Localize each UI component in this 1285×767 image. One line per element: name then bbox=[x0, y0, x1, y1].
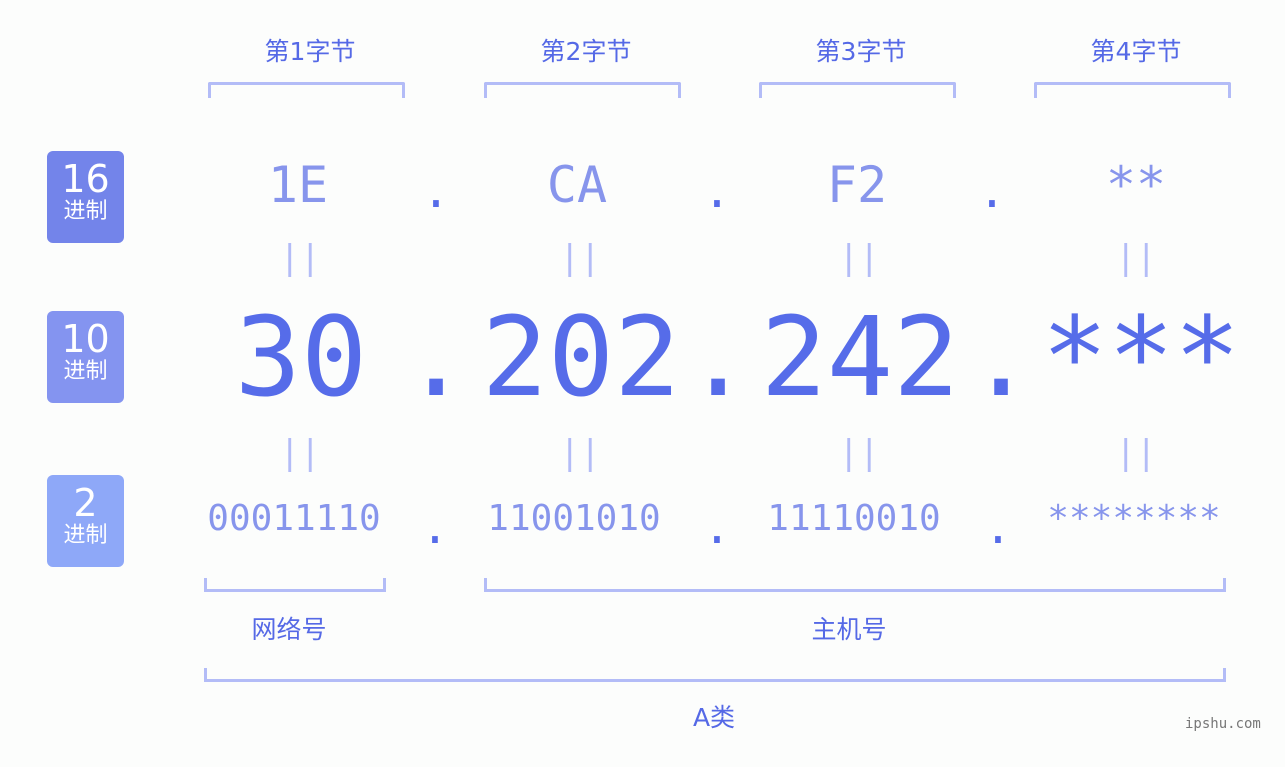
hex-byte-1: 1E bbox=[267, 156, 329, 214]
host-bracket bbox=[484, 578, 1226, 592]
byte-bracket-4 bbox=[1034, 82, 1231, 98]
host-label: 主机号 bbox=[811, 615, 887, 644]
badge-hex-number: 16 bbox=[61, 157, 110, 201]
decimal-separator-1: . bbox=[403, 293, 470, 421]
badge-hex: 16 进制 bbox=[47, 151, 124, 243]
decimal-byte-3: 242 bbox=[760, 293, 960, 421]
byte-bracket-3 bbox=[759, 82, 956, 98]
watermark: ipshu.com bbox=[1185, 716, 1261, 732]
binary-byte-4: ******** bbox=[1047, 498, 1221, 539]
hex-byte-3: F2 bbox=[826, 156, 888, 214]
byte-label-2: 第2字节 bbox=[540, 37, 632, 66]
badge-binary-unit: 进制 bbox=[63, 523, 108, 548]
equals-dec-bin-4: || bbox=[1115, 433, 1157, 473]
decimal-byte-2: 202 bbox=[481, 293, 681, 421]
hex-separator-2: . bbox=[703, 164, 731, 218]
byte-bracket-2 bbox=[484, 82, 681, 98]
equals-hex-dec-1: || bbox=[279, 238, 321, 278]
network-label: 网络号 bbox=[251, 615, 327, 644]
decimal-byte-1: 30 bbox=[234, 293, 368, 421]
binary-separator-3: . bbox=[984, 500, 1012, 554]
byte-label-3: 第3字节 bbox=[815, 37, 907, 66]
equals-dec-bin-1: || bbox=[279, 433, 321, 473]
equals-dec-bin-2: || bbox=[559, 433, 601, 473]
class-label: A类 bbox=[692, 703, 736, 732]
decimal-byte-4: *** bbox=[1041, 293, 1241, 421]
binary-byte-1: 00011110 bbox=[207, 498, 381, 539]
network-bracket bbox=[204, 578, 386, 592]
badge-decimal: 10 进制 bbox=[47, 311, 124, 403]
badge-binary: 2 进制 bbox=[47, 475, 124, 567]
decimal-separator-3: . bbox=[968, 293, 1035, 421]
byte-label-4: 第4字节 bbox=[1090, 37, 1182, 66]
hex-separator-1: . bbox=[422, 164, 450, 218]
hex-byte-4: ** bbox=[1105, 156, 1167, 214]
badge-binary-number: 2 bbox=[73, 481, 98, 525]
equals-hex-dec-3: || bbox=[838, 238, 880, 278]
equals-hex-dec-4: || bbox=[1115, 238, 1157, 278]
equals-hex-dec-2: || bbox=[559, 238, 601, 278]
hex-separator-3: . bbox=[978, 164, 1006, 218]
binary-separator-2: . bbox=[703, 500, 731, 554]
badge-decimal-unit: 进制 bbox=[63, 359, 108, 384]
binary-separator-1: . bbox=[421, 500, 449, 554]
class-bracket bbox=[204, 668, 1226, 682]
byte-bracket-1 bbox=[208, 82, 405, 98]
decimal-separator-2: . bbox=[685, 293, 752, 421]
binary-byte-2: 11001010 bbox=[487, 498, 661, 539]
badge-decimal-number: 10 bbox=[61, 317, 110, 361]
hex-byte-2: CA bbox=[546, 156, 608, 214]
binary-byte-3: 11110010 bbox=[767, 498, 941, 539]
byte-label-1: 第1字节 bbox=[264, 37, 356, 66]
equals-dec-bin-3: || bbox=[838, 433, 880, 473]
badge-hex-unit: 进制 bbox=[63, 199, 108, 224]
